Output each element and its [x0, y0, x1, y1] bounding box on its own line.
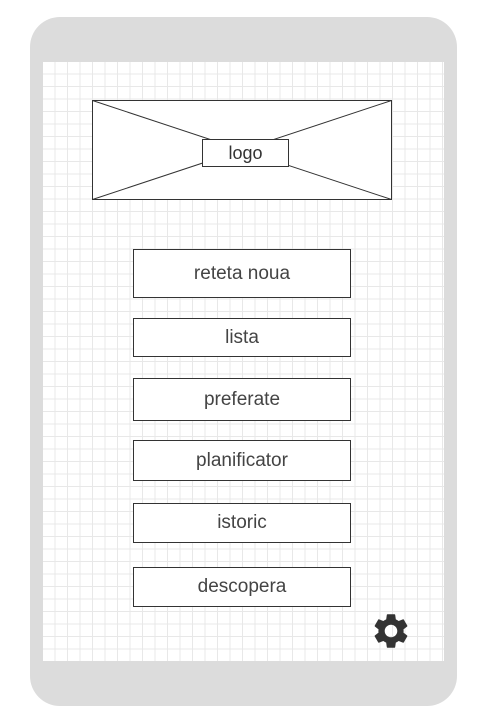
logo-placeholder: logo — [92, 100, 392, 200]
logo-label: logo — [202, 139, 289, 167]
list-button[interactable]: lista — [133, 318, 351, 357]
history-button[interactable]: istoric — [133, 503, 351, 543]
new-recipe-button[interactable]: reteta noua — [133, 249, 351, 298]
screen: logo reteta noua lista preferate planifi… — [43, 62, 444, 661]
favorites-button[interactable]: preferate — [133, 378, 351, 421]
gear-icon — [374, 614, 408, 648]
settings-button[interactable] — [370, 610, 412, 652]
discover-button[interactable]: descopera — [133, 567, 351, 607]
planner-button[interactable]: planificator — [133, 440, 351, 481]
